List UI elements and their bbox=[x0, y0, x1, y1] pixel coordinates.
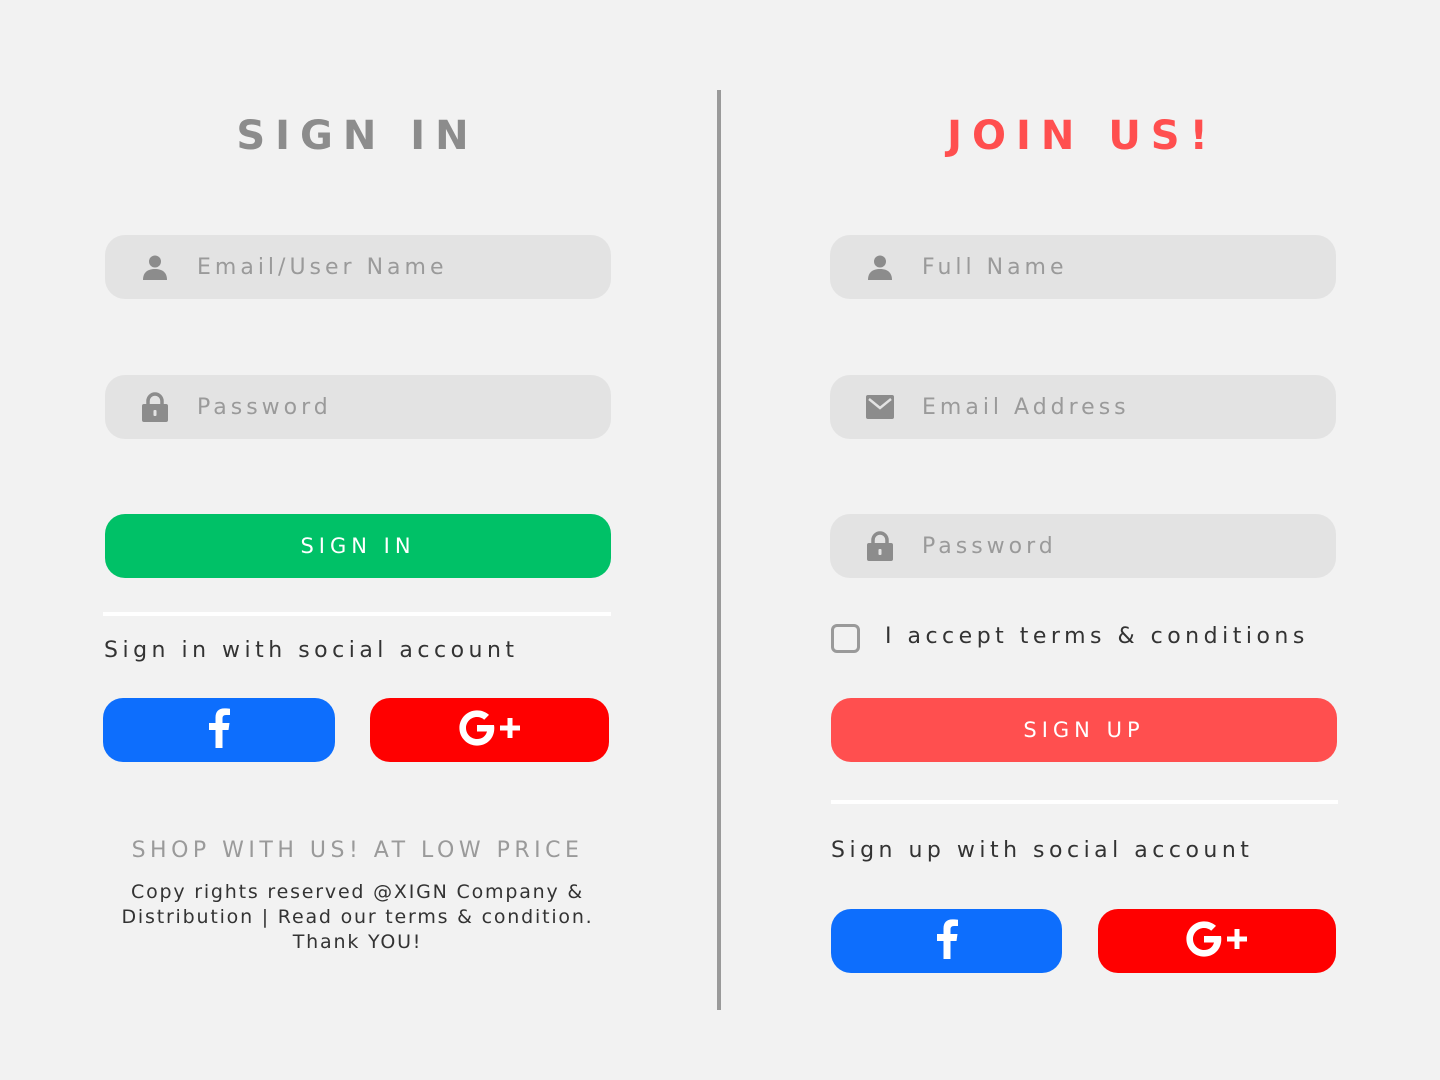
facebook-icon bbox=[935, 918, 959, 964]
signup-divider bbox=[831, 800, 1338, 804]
lock-icon bbox=[865, 531, 895, 561]
signin-password-input[interactable] bbox=[197, 394, 597, 420]
facebook-icon bbox=[207, 707, 231, 753]
signin-username-field[interactable] bbox=[105, 235, 611, 299]
mail-icon bbox=[865, 392, 895, 422]
signin-password-field[interactable] bbox=[105, 375, 611, 439]
signin-divider bbox=[103, 612, 611, 616]
signin-username-input[interactable] bbox=[197, 254, 597, 280]
signin-facebook-button[interactable] bbox=[103, 698, 335, 762]
signup-password-field[interactable] bbox=[830, 514, 1336, 578]
signup-social-label: Sign up with social account bbox=[831, 838, 1254, 863]
signup-password-input[interactable] bbox=[922, 533, 1322, 559]
terms-checkbox[interactable] bbox=[831, 624, 860, 653]
signin-button[interactable]: SIGN IN bbox=[105, 514, 611, 578]
google-plus-icon bbox=[1183, 918, 1251, 965]
panel-divider bbox=[717, 90, 721, 1010]
signup-email-field[interactable] bbox=[830, 375, 1336, 439]
lock-icon bbox=[140, 392, 170, 422]
signup-title: JOIN US! bbox=[947, 113, 1218, 159]
signup-facebook-button[interactable] bbox=[831, 909, 1062, 973]
user-icon bbox=[865, 252, 895, 282]
promo-text: SHOP WITH US! AT LOW PRICE bbox=[131, 838, 584, 863]
terms-label[interactable]: I accept terms & conditions bbox=[885, 624, 1309, 649]
signin-google-plus-button[interactable] bbox=[370, 698, 609, 762]
copyright-text: Copy rights reserved @XIGN Company & Dis… bbox=[121, 881, 594, 953]
signin-title: SIGN IN bbox=[236, 113, 479, 159]
signup-button[interactable]: SIGN UP bbox=[831, 698, 1337, 762]
signup-fullname-input[interactable] bbox=[922, 254, 1322, 280]
user-icon bbox=[140, 252, 170, 282]
login-page: SIGN IN SIGN IN Sign in with social acco… bbox=[0, 0, 1440, 1080]
signin-social-label: Sign in with social account bbox=[104, 638, 519, 663]
signup-fullname-field[interactable] bbox=[830, 235, 1336, 299]
signup-google-plus-button[interactable] bbox=[1098, 909, 1336, 973]
google-plus-icon bbox=[456, 707, 524, 754]
signup-email-input[interactable] bbox=[922, 394, 1322, 420]
